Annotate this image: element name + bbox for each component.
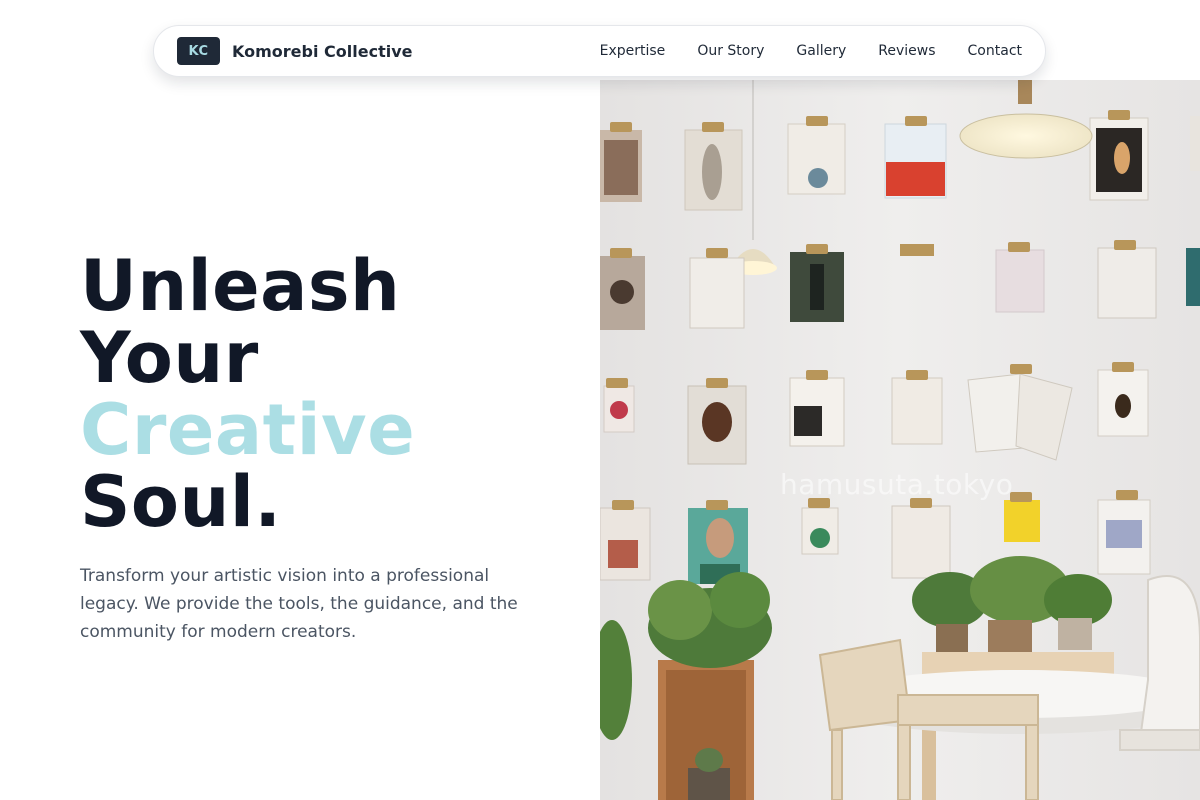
hero-subtitle: Transform your artistic vision into a pr… [80, 566, 518, 642]
photo-watermark: hamusuta.tokyo [780, 468, 1014, 501]
logo-badge[interactable]: KC [177, 37, 220, 65]
nav-link-expertise[interactable]: Expertise [600, 43, 666, 59]
nav-links: Expertise Our Story Gallery Reviews Cont… [600, 43, 1022, 59]
top-navbar: KC Komorebi Collective Expertise Our Sto… [153, 25, 1046, 77]
hero-title-line-2: Your [80, 317, 259, 399]
brand-name[interactable]: Komorebi Collective [232, 42, 412, 61]
hero-title-accent: Creative [80, 389, 416, 471]
cafe-wall-illustration [600, 80, 1200, 800]
magazine-row-1 [600, 116, 1200, 211]
hero-title-line-4: Soul. [80, 461, 282, 543]
nav-link-reviews[interactable]: Reviews [878, 43, 935, 59]
hero-title: Unleash Your Creative Soul. [80, 250, 580, 538]
nav-link-gallery[interactable]: Gallery [796, 43, 846, 59]
hero-photo: hamusuta.tokyo [600, 80, 1200, 800]
hero-title-line-1: Unleash [80, 245, 401, 327]
nav-link-contact[interactable]: Contact [968, 43, 1022, 59]
nav-link-our-story[interactable]: Our Story [697, 43, 764, 59]
brand[interactable]: KC Komorebi Collective [177, 37, 412, 65]
